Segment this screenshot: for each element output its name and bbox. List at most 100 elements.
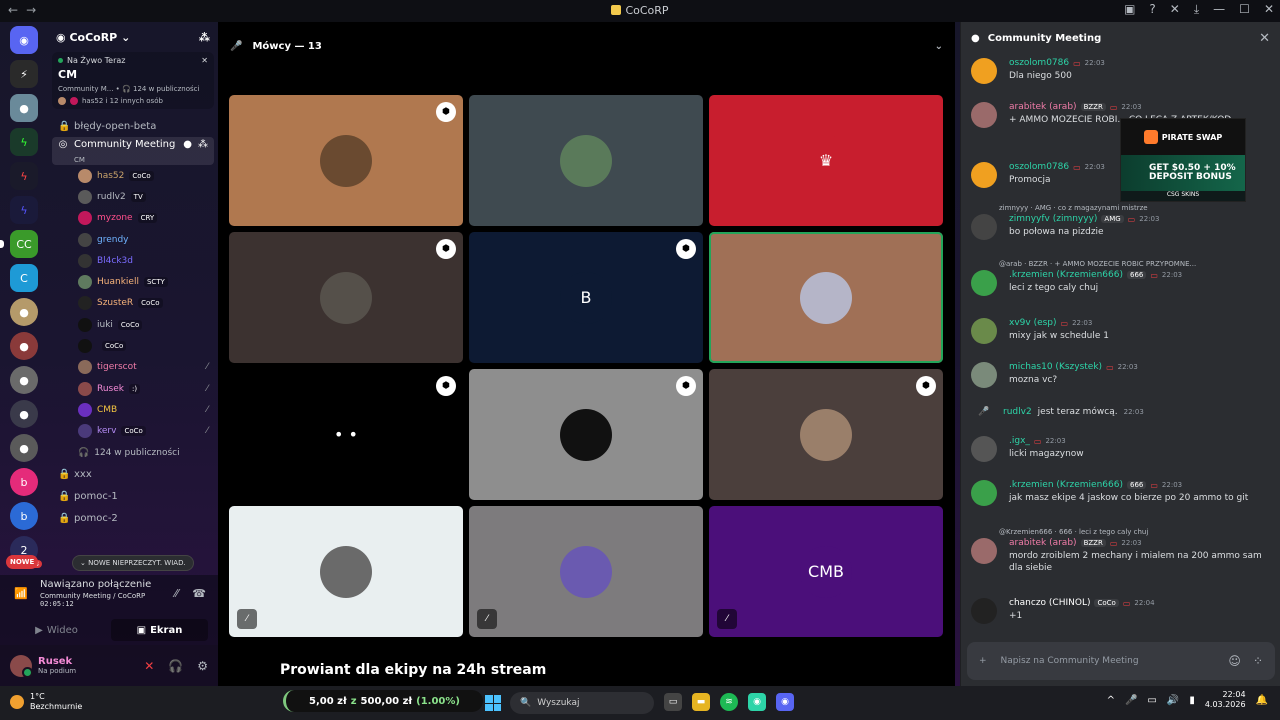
volume-icon[interactable]: 🔊 — [1167, 695, 1179, 706]
speaker-tile[interactable] — [709, 232, 943, 363]
voice-member[interactable]: Bl4ck3d — [48, 250, 218, 271]
close-icon[interactable]: ✕ — [201, 56, 208, 65]
server-icon[interactable]: b — [10, 502, 38, 530]
mic-muted-icon[interactable]: ✕ — [144, 659, 154, 673]
video-button[interactable]: ▶ Wideo — [8, 619, 105, 641]
server-header[interactable]: ◉ CoCoRP ⌄ ⁂ — [48, 22, 218, 52]
chat-message[interactable]: .igx_ ▭ 22:03 licki magazynow — [971, 436, 1271, 462]
new-badge[interactable]: NOWE — [6, 555, 39, 569]
user-info[interactable]: Rusek Na podium — [38, 656, 76, 675]
server-icon[interactable]: C — [10, 264, 38, 292]
system-user[interactable]: rudlv2 — [1003, 407, 1032, 417]
author-name[interactable]: .krzemien (Krzemien666) — [1009, 480, 1123, 490]
network-icon[interactable]: ▭ — [1147, 695, 1156, 706]
noise-suppression-icon[interactable]: ⁄⁄ — [175, 587, 179, 600]
voice-member[interactable]: has52 CoCo — [48, 165, 218, 186]
channel-pomoc-2[interactable]: 🔒 pomoc-2 — [48, 507, 218, 529]
speaker-tile[interactable]: ⬢ — [469, 369, 703, 500]
reply-preview[interactable]: zimnyyy · AMG · co z magazynami mistrze — [999, 204, 1271, 212]
speaker-tile[interactable]: ♛ — [709, 95, 943, 226]
message-input[interactable]: + Napisz na Community Meeting ☺ ⁘ — [967, 642, 1275, 680]
chat-message[interactable]: @Krzemien666 · 666 · leci z tego caly ch… — [971, 528, 1271, 574]
weather-widget[interactable]: 1°C Bezchmurnie — [10, 692, 82, 711]
chat-message[interactable]: xv9v (esp) ▭ 22:03 mixy jak w schedule 1 — [971, 318, 1271, 344]
author-name[interactable]: zimnyyfv (zimnyyy) — [1009, 214, 1097, 224]
voice-member[interactable]: kerv CoCo ⁄ — [48, 421, 218, 442]
chat-message[interactable]: zimnyyy · AMG · co z magazynami mistrze z… — [971, 204, 1271, 240]
voice-member[interactable]: CMB ⁄ — [48, 399, 218, 420]
voice-member[interactable]: rudlv2 TV — [48, 186, 218, 207]
voice-member[interactable]: SzusteR CoCo — [48, 293, 218, 314]
app-icon[interactable]: ◉ — [748, 693, 766, 711]
help-icon[interactable]: ? — [1149, 2, 1155, 17]
speaker-tile[interactable]: CMB ⁄ — [709, 506, 943, 637]
channel-pomoc-1[interactable]: 🔒 pomoc-1 — [48, 485, 218, 507]
headphones-icon[interactable]: 🎧 — [168, 659, 183, 673]
reply-preview[interactable]: @Krzemien666 · 666 · leci z tego caly ch… — [999, 528, 1271, 536]
server-icon[interactable]: CC — [0, 230, 38, 258]
avatar[interactable] — [971, 318, 997, 344]
avatar[interactable] — [971, 538, 997, 564]
server-icon[interactable]: ϟ — [10, 128, 38, 156]
speaker-tile[interactable]: ⁄ — [469, 506, 703, 637]
speaker-tile[interactable]: ⬢ — [229, 232, 463, 363]
apps-icon[interactable]: ⁘ — [1253, 654, 1263, 668]
chat-message[interactable]: michas10 (Kszystek) ▭ 22:03 mozna vc? — [971, 362, 1271, 388]
avatar[interactable] — [971, 270, 997, 296]
author-name[interactable]: xv9v (esp) — [1009, 318, 1057, 328]
download-icon[interactable]: ⤓ — [1194, 2, 1199, 17]
author-name[interactable]: .igx_ — [1009, 436, 1030, 446]
author-name[interactable]: arabitek (arab) — [1009, 102, 1077, 112]
spotify-icon[interactable]: ≋ — [720, 693, 738, 711]
avatar[interactable] — [971, 598, 997, 624]
avatar[interactable] — [971, 214, 997, 240]
clock[interactable]: 22:04 4.03.2026 — [1205, 690, 1246, 711]
avatar[interactable] — [971, 162, 997, 188]
chat-icon[interactable]: ● — [183, 139, 192, 150]
task-view-icon[interactable]: ▭ — [664, 693, 682, 711]
server-icon[interactable]: ● — [10, 434, 38, 462]
screen-share-button[interactable]: ▣ Ekran — [111, 619, 208, 641]
add-icon[interactable]: + — [979, 656, 987, 666]
ad-banner[interactable]: PIRATE SWAP GET $0.50 + 10% DEPOSIT BONU… — [1120, 118, 1246, 202]
new-unread-messages-button[interactable]: ⌄ NOWE NIEPRZECZYT. WIAD. — [72, 555, 194, 571]
avatar[interactable] — [971, 480, 997, 506]
author-name[interactable]: oszolom0786 — [1009, 58, 1069, 68]
maximize-button[interactable]: ☐ — [1239, 2, 1250, 17]
server-icon[interactable]: ● — [10, 332, 38, 360]
live-now-card[interactable]: Na Żywo Teraz ✕ CM Community M... • 🎧 124… — [52, 52, 214, 109]
speaker-tile[interactable]: B ⬢ — [469, 232, 703, 363]
speaker-tile[interactable]: • • ⬢ — [229, 369, 463, 500]
channel-xxx[interactable]: 🔒 xxx — [48, 463, 218, 485]
author-name[interactable]: chanczo (CHINOL) — [1009, 598, 1090, 608]
chat-message[interactable]: oszolom0786 ▭ 22:03 Dla niego 500 — [971, 58, 1271, 84]
chat-message[interactable]: .krzemien (Krzemien666) 666 ▭ 22:03 jak masz… — [971, 480, 1271, 506]
taskbar-search[interactable]: 🔍 Wyszukaj — [510, 692, 654, 714]
close-icon[interactable]: ✕ — [1259, 31, 1270, 46]
voice-member[interactable]: Rusek:) ⁄ — [48, 378, 218, 399]
server-icon[interactable]: b — [10, 468, 38, 496]
voice-member[interactable]: myzone CRY — [48, 208, 218, 229]
voice-member[interactable]: CoCo — [48, 335, 218, 356]
battery-icon[interactable]: ▮ — [1189, 695, 1195, 706]
file-explorer-icon[interactable]: ▬ — [692, 693, 710, 711]
speaker-tile[interactable]: ⬢ — [229, 95, 463, 226]
chat-message[interactable]: chanczo (CHINOL) CoCo ▭ 22:04 +1 — [971, 598, 1271, 624]
close-window-button[interactable]: ✕ — [1264, 2, 1274, 17]
voice-member[interactable]: Huankiell SCTY — [48, 271, 218, 292]
notifications-icon[interactable]: 🔔 — [1256, 695, 1268, 706]
avatar[interactable] — [971, 436, 997, 462]
channel-community-meeting[interactable]: ◎ Community Meeting ● ⁂ CM — [52, 137, 214, 165]
server-icon[interactable]: ⚡ — [10, 60, 38, 88]
chevron-up-icon[interactable]: ^ — [1107, 695, 1115, 706]
tools-icon[interactable]: ✕ — [1170, 2, 1180, 17]
author-name[interactable]: .krzemien (Krzemien666) — [1009, 270, 1123, 280]
settings-gear-icon[interactable]: ⚙ — [197, 659, 208, 673]
server-icon[interactable]: ● — [10, 298, 38, 326]
speaker-tile[interactable]: ⬢ — [709, 369, 943, 500]
channel-bledy[interactable]: 🔒 błędy-open-beta — [48, 115, 218, 137]
server-icon[interactable]: ϟ — [10, 162, 38, 190]
server-icon[interactable]: ● — [10, 400, 38, 428]
emoji-icon[interactable]: ☺ — [1228, 654, 1241, 668]
server-icon[interactable]: ϟ — [10, 196, 38, 224]
